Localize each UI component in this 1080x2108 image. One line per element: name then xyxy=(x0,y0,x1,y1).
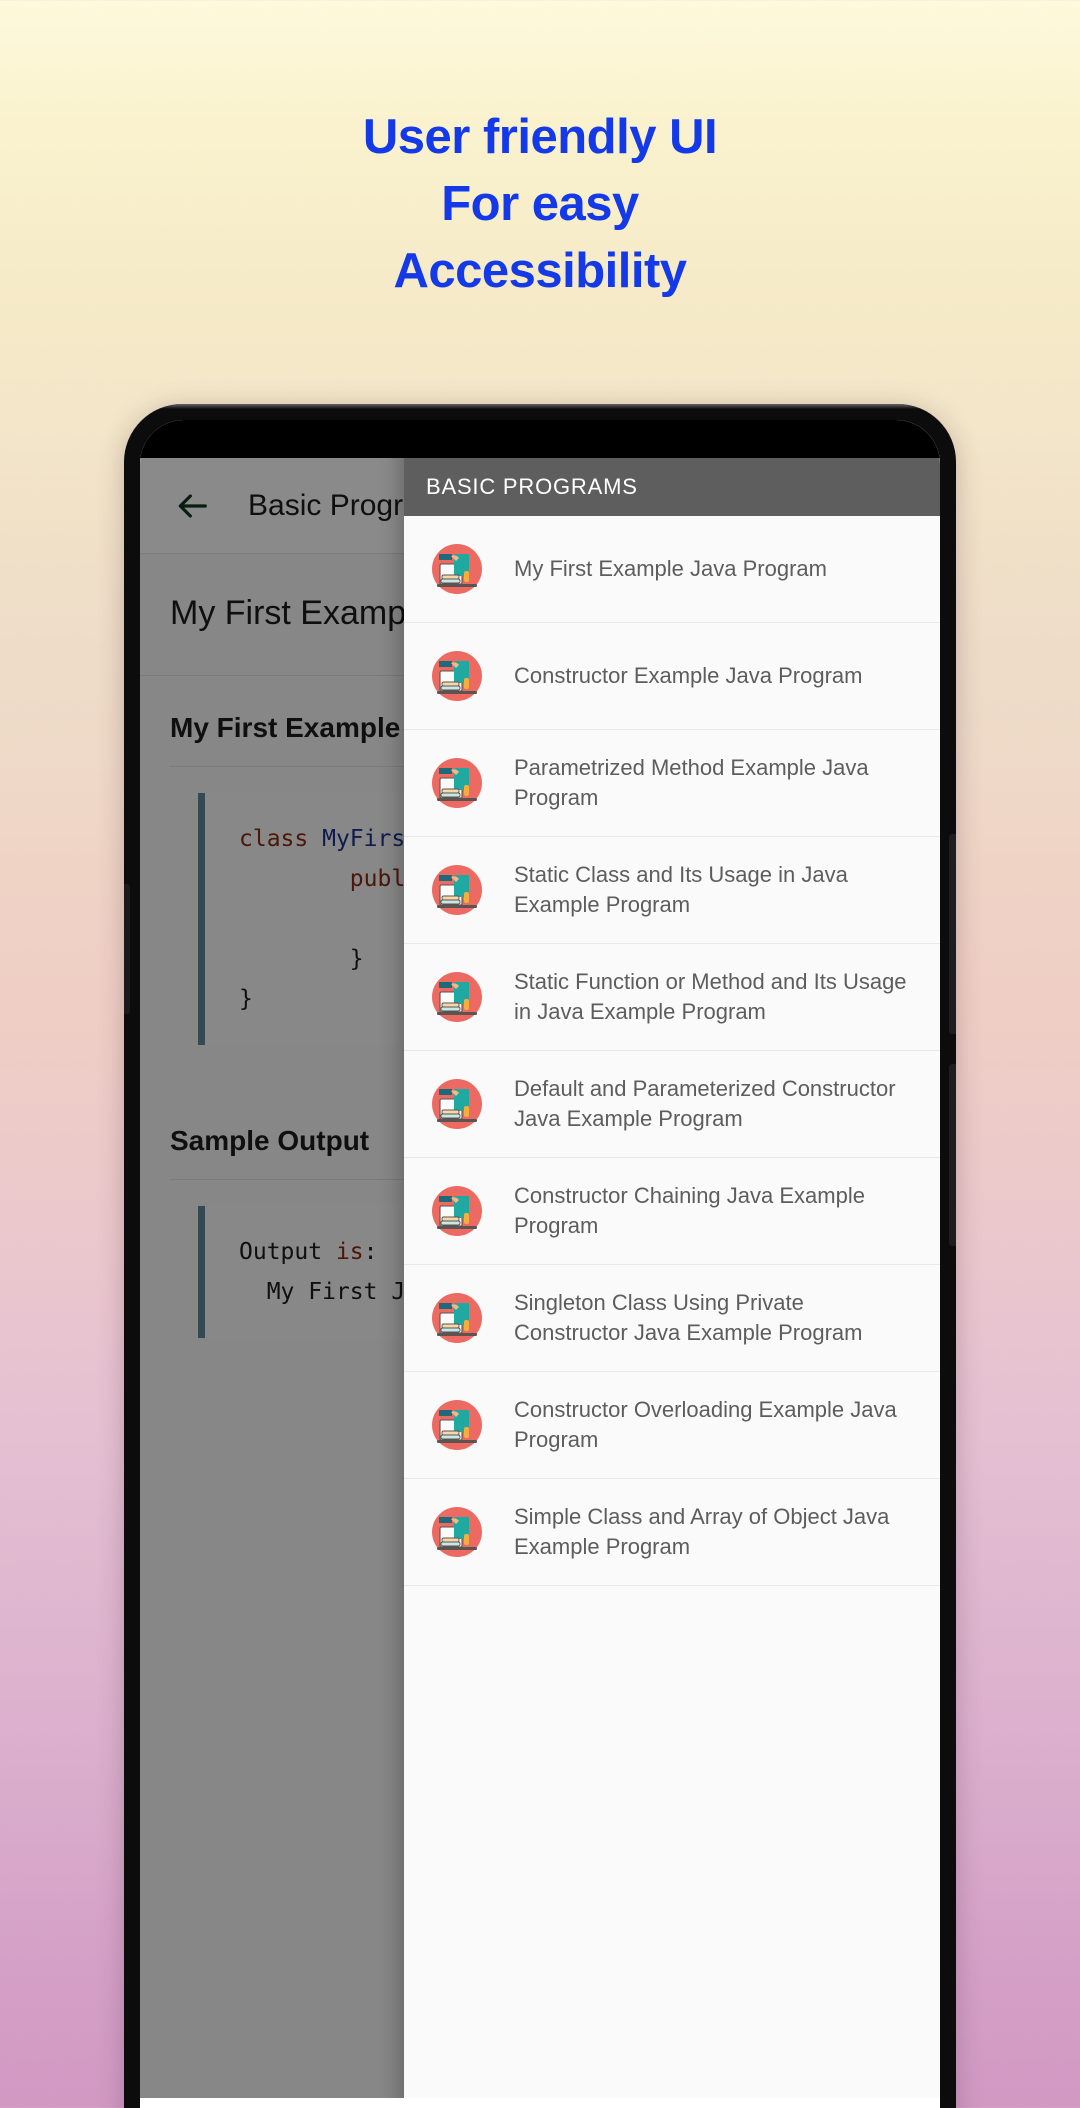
phone-screen: Basic Programs My First Example Java Pro… xyxy=(140,420,940,2108)
drawer-item-label: My First Example Java Program xyxy=(514,556,827,581)
drawer-item-simple-class-array[interactable]: Simple Class and Array of Object Java Ex… xyxy=(404,1479,940,1586)
drawer-item-constructor-overloading[interactable]: Constructor Overloading Example Java Pro… xyxy=(404,1372,940,1479)
drawer-item-singleton-class[interactable]: Singleton Class Using Private Constructo… xyxy=(404,1265,940,1372)
system-nav-bar xyxy=(140,2098,940,2108)
java-program-icon xyxy=(426,966,488,1028)
headline-line-1: User friendly UI xyxy=(362,110,718,164)
promo-headline: User friendly UI For easy Accessibility xyxy=(0,104,1080,305)
phone-mockup: Basic Programs My First Example Java Pro… xyxy=(124,404,956,2108)
drawer-status-bar xyxy=(404,420,940,458)
java-program-icon xyxy=(426,1180,488,1242)
drawer-item-label: Constructor Chaining Java Example Progra… xyxy=(514,1183,865,1238)
java-program-icon xyxy=(426,538,488,600)
drawer-item-label: Simple Class and Array of Object Java Ex… xyxy=(514,1504,890,1559)
drawer-item-my-first-example[interactable]: My First Example Java Program xyxy=(404,516,940,623)
drawer-item-label: Static Class and Its Usage in Java Examp… xyxy=(514,862,848,917)
java-program-icon xyxy=(426,1287,488,1349)
drawer-item-static-class[interactable]: Static Class and Its Usage in Java Examp… xyxy=(404,837,940,944)
java-program-icon xyxy=(426,1394,488,1456)
drawer-item-static-function[interactable]: Static Function or Method and Its Usage … xyxy=(404,944,940,1051)
headline-line-3: Accessibility xyxy=(393,244,687,298)
java-program-icon xyxy=(426,752,488,814)
drawer-item-parametrized-method[interactable]: Parametrized Method Example Java Program xyxy=(404,730,940,837)
left-side-button[interactable] xyxy=(124,884,130,1014)
drawer-item-label: Constructor Example Java Program xyxy=(514,663,863,688)
java-program-icon xyxy=(426,859,488,921)
java-program-icon xyxy=(426,1073,488,1135)
drawer-header: BASIC PROGRAMS xyxy=(404,458,940,516)
drawer-item-default-parameterized-constructor[interactable]: Default and Parameterized Constructor Ja… xyxy=(404,1051,940,1158)
java-program-icon xyxy=(426,1501,488,1563)
headline-line-2: For easy xyxy=(441,177,639,231)
volume-button[interactable] xyxy=(949,1064,956,1246)
drawer-item-constructor-chaining[interactable]: Constructor Chaining Java Example Progra… xyxy=(404,1158,940,1265)
drawer-item-label: Default and Parameterized Constructor Ja… xyxy=(514,1076,896,1131)
drawer-item-label: Static Function or Method and Its Usage … xyxy=(514,969,907,1024)
power-button[interactable] xyxy=(949,834,956,1034)
drawer-item-constructor-example[interactable]: Constructor Example Java Program xyxy=(404,623,940,730)
java-program-icon xyxy=(426,645,488,707)
drawer-item-label: Parametrized Method Example Java Program xyxy=(514,755,869,810)
drawer-item-label: Singleton Class Using Private Constructo… xyxy=(514,1290,863,1345)
drawer-list: My First Example Java Program Constructo… xyxy=(404,516,940,2108)
drawer-item-label: Constructor Overloading Example Java Pro… xyxy=(514,1397,897,1452)
navigation-drawer: BASIC PROGRAMS My First Example Java Pro… xyxy=(404,420,940,2108)
